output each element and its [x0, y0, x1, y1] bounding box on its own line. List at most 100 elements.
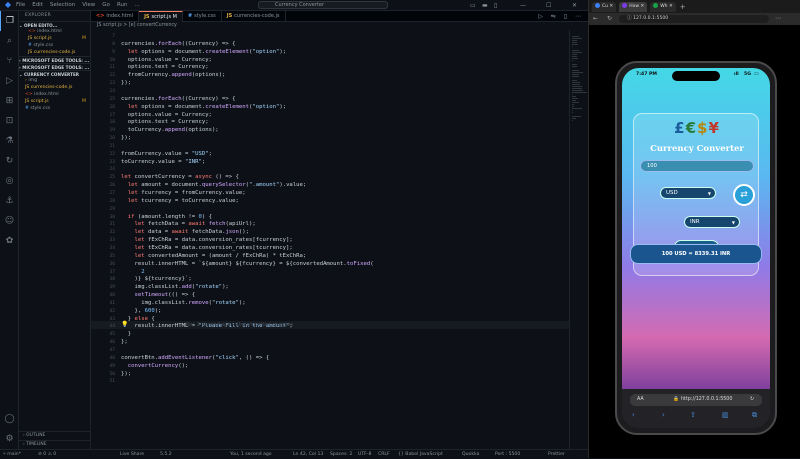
code-line[interactable]: result.innerHTML = `${amount} ${fcurrenc…: [121, 261, 374, 267]
safari-forward-icon[interactable]: ›: [662, 411, 665, 419]
open-editor-item[interactable]: JS currencies-code.js: [19, 49, 90, 56]
amount-input[interactable]: 100: [640, 160, 754, 172]
safari-back-icon[interactable]: ‹: [632, 411, 635, 419]
editor-actions[interactable]: ▷ ⇋ ▯ ⋯: [538, 11, 584, 22]
docker-icon[interactable]: ⚓: [0, 191, 19, 211]
code-line[interactable]: toCurrency.value = "INR";: [121, 159, 205, 165]
browser-tab[interactable]: Wh ✕: [650, 2, 676, 12]
open-editor-item[interactable]: # style.css: [19, 42, 90, 49]
outline-section[interactable]: › OUTLINE: [19, 431, 91, 439]
edge-tools-icon[interactable]: ◎: [0, 171, 19, 191]
code-line[interactable]: )} ${tcurrency}`;: [121, 276, 192, 282]
code-line[interactable]: if (amount.length != 0) {: [121, 214, 212, 220]
code-line[interactable]: let tExChRa = data.conversion_rates[tcur…: [121, 245, 293, 251]
from-currency-select[interactable]: USD▼: [660, 187, 716, 199]
open-editors-section[interactable]: ⌄ OPEN EDITO...: [19, 21, 90, 28]
command-center[interactable]: Currency Converter: [258, 1, 388, 9]
code-line[interactable]: let fetchData = await fetch(apiUrl);: [121, 221, 256, 227]
explorer-icon[interactable]: ❐: [0, 11, 19, 31]
tab-close-icon[interactable]: ✕: [668, 4, 673, 9]
code-line[interactable]: let amount = document.querySelector(".am…: [121, 182, 306, 188]
code-line[interactable]: });: [121, 135, 131, 141]
code-line[interactable]: });: [121, 371, 131, 377]
collapsed-section[interactable]: › MICROSOFT EDGE TOOLS: ...: [19, 56, 90, 63]
address-bar[interactable]: ⓘ 127.0.0.1:5500: [619, 15, 769, 23]
copilot-icon[interactable]: ☺: [0, 211, 19, 231]
code-line[interactable]: options.value = Currency;: [121, 112, 212, 118]
manage-gear-icon[interactable]: ⚙: [0, 429, 19, 449]
code-line[interactable]: options.text = Currency;: [121, 119, 209, 125]
code-line[interactable]: currencies.forEach((Currency) => {: [121, 96, 236, 102]
code-line[interactable]: }: [121, 331, 131, 337]
code-line[interactable]: let tcurrency = toCurrency.value;: [121, 198, 239, 204]
layout-toggle-icon[interactable]: ▭: [470, 0, 476, 11]
testing-icon[interactable]: ⚗: [0, 131, 19, 151]
tab-close-icon[interactable]: ✕: [639, 4, 644, 9]
code-line[interactable]: img.classList.add("rotate");: [121, 284, 229, 290]
breadcrumb[interactable]: JS script.js > [e] convertCurrency: [91, 22, 588, 30]
reader-aa-button[interactable]: AA: [637, 394, 644, 406]
reload-icon[interactable]: ↻: [607, 13, 612, 25]
menu-item-view[interactable]: View: [82, 2, 95, 8]
minimize-icon[interactable]: —: [520, 0, 526, 11]
extensions-icon[interactable]: ⊞: [0, 91, 19, 111]
code-line[interactable]: fromCurrency.value = "USD";: [121, 151, 212, 157]
code-line[interactable]: let options = document.createElement("op…: [121, 49, 286, 55]
code-line[interactable]: img.classList.remove("rotate");: [121, 300, 246, 306]
code-line[interactable]: let options = document.createElement("op…: [121, 104, 286, 110]
maximize-icon[interactable]: ☐: [546, 0, 551, 11]
tab-currencies-code-js[interactable]: JScurrencies-code.js: [222, 11, 286, 22]
code-line[interactable]: }, 600);: [121, 308, 161, 314]
new-tab-icon[interactable]: +: [680, 3, 686, 11]
source-control-icon[interactable]: ⑂: [0, 51, 19, 71]
tab-index-html[interactable]: <>index.html: [91, 11, 139, 22]
back-icon[interactable]: ←: [593, 13, 598, 25]
sidebar-toggle-icon[interactable]: ▯: [494, 0, 497, 11]
menu-item-[interactable]: ...: [134, 2, 139, 8]
quokka-icon[interactable]: ✿: [0, 231, 19, 251]
safari-address-bar[interactable]: AA 🔒 http://127.0.0.1:5500 ↻: [630, 394, 762, 406]
tab-script-js[interactable]: JSscript.js M: [139, 11, 183, 22]
live-share-icon[interactable]: ↻: [0, 151, 19, 171]
code-line[interactable]: });: [121, 80, 131, 86]
share-icon[interactable]: ⇧: [690, 411, 696, 419]
project-file-item[interactable]: # style.css: [19, 105, 90, 112]
browser-tab[interactable]: Cu ✕: [592, 2, 616, 12]
code-line[interactable]: toCurrency.append(options);: [121, 127, 219, 133]
browser-tab[interactable]: How ✕: [619, 2, 647, 12]
project-file-item[interactable]: <> index.html: [19, 91, 90, 98]
code-line[interactable]: convertCurrency();: [121, 363, 188, 369]
tab-style-css[interactable]: #style.css: [183, 11, 222, 22]
tab-close-icon[interactable]: ✕: [608, 4, 613, 9]
minimap[interactable]: [569, 30, 588, 449]
close-icon[interactable]: ✕: [572, 0, 577, 11]
search-icon[interactable]: ⌕: [0, 31, 19, 51]
remote-explorer-icon[interactable]: ⊡: [0, 111, 19, 131]
project-file-item[interactable]: JS currencies-code.js: [19, 84, 90, 91]
menu-item-selection[interactable]: Selection: [50, 2, 75, 8]
menu-item-edit[interactable]: Edit: [32, 2, 43, 8]
project-file-item[interactable]: › img: [19, 77, 90, 84]
code-line[interactable]: let convertedAmount = (amount / fExChRa)…: [121, 253, 306, 259]
code-line[interactable]: let fcurrency = fromCurrency.value;: [121, 190, 246, 196]
code-line[interactable]: options.value = Currency;: [121, 57, 212, 63]
project-section[interactable]: ⌄ CURRENCY CONVERTER: [19, 70, 90, 77]
code-editor[interactable]: 7891011121314151617181920212223242526272…: [91, 30, 588, 449]
menu-item-file[interactable]: File: [16, 2, 25, 8]
to-currency-select[interactable]: INR▼: [684, 216, 740, 228]
code-line[interactable]: 2: [121, 269, 145, 275]
bookmarks-icon[interactable]: ▥: [722, 411, 729, 419]
timeline-section[interactable]: › TIMELINE: [19, 440, 91, 448]
menu-item-go[interactable]: Go: [102, 2, 110, 8]
menu-item-run[interactable]: Run: [117, 2, 128, 8]
lightbulb-icon[interactable]: 💡: [121, 321, 128, 329]
panel-toggle-icon[interactable]: ▬: [482, 0, 488, 11]
account-icon[interactable]: ◯: [0, 409, 19, 429]
code-line[interactable]: setTimeout(() => {: [121, 292, 195, 298]
safari-reload-icon[interactable]: ↻: [750, 394, 754, 406]
open-editor-item[interactable]: <> index.html: [19, 28, 90, 35]
code-line[interactable]: convertBtn.addEventListener("click", () …: [121, 355, 269, 361]
open-editor-item[interactable]: JS script.jsM: [19, 35, 90, 42]
code-line[interactable]: let convertCurrency = async () => {: [121, 174, 239, 180]
code-line[interactable]: let fExChRa = data.conversion_rates[fcur…: [121, 237, 293, 243]
